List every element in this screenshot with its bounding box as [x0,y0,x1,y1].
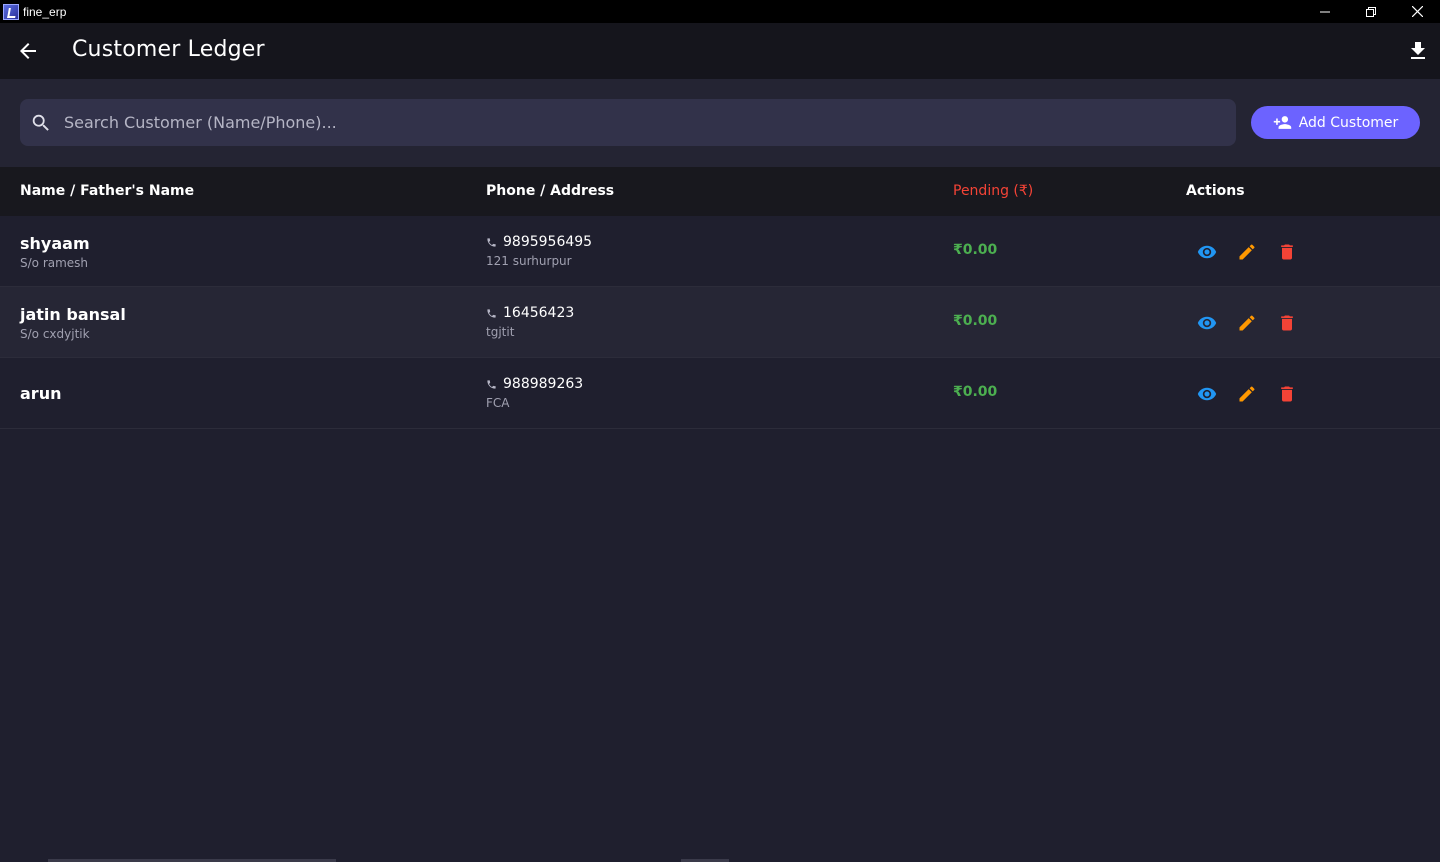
table-row[interactable]: shyaam S/o ramesh 9895956495 121 surhurp… [0,216,1440,287]
customer-name: shyaam [20,234,90,253]
customer-phone: 9895956495 [486,234,592,250]
phone-icon [487,379,496,389]
person-add-icon [1273,116,1291,129]
search-icon [32,114,49,131]
customer-name: jatin bansal [20,305,126,324]
phone-icon [487,308,496,318]
delete-button[interactable] [1277,313,1297,333]
close-window-button[interactable] [1394,0,1440,23]
table-row[interactable]: arun 988989263 FCA ₹0.00 [0,358,1440,429]
customer-phone: 988989263 [486,376,583,392]
view-button[interactable] [1197,242,1217,262]
minimize-icon [1320,11,1330,12]
edit-button[interactable] [1237,242,1257,262]
app-bar: Customer Ledger [0,23,1440,79]
father-name: S/o cxdyjtik [20,327,90,341]
pending-amount: ₹0.00 [953,242,998,258]
view-button[interactable] [1197,313,1217,333]
column-header-name: Name / Father's Name [20,183,195,199]
window-controls [1302,0,1440,23]
customer-address: FCA [486,396,510,410]
phone-icon [487,237,496,247]
eye-icon [1197,387,1217,401]
column-header-actions: Actions [1186,183,1245,199]
customer-phone: 16456423 [486,305,574,321]
search-box[interactable] [20,99,1236,146]
arrow-left-icon [20,43,36,59]
column-header-phone: Phone / Address [486,183,615,199]
edit-button[interactable] [1237,384,1257,404]
trash-icon [1281,386,1293,402]
add-customer-label: Add Customer [1298,114,1399,131]
pencil-icon [1239,315,1255,331]
edit-button[interactable] [1237,313,1257,333]
view-button[interactable] [1197,384,1217,404]
phone-number: 988989263 [503,376,584,392]
column-header-pending: Pending (₹) [953,183,1034,199]
restore-button[interactable] [1348,0,1394,23]
pending-amount: ₹0.00 [953,313,998,329]
delete-button[interactable] [1277,242,1297,262]
close-icon [1411,6,1423,17]
table-row[interactable]: jatin bansal S/o cxdyjtik 16456423 tgjti… [0,287,1440,358]
app-logo-icon [3,3,19,20]
customer-name: arun [20,384,62,403]
trash-icon [1281,315,1293,331]
search-toolbar: Add Customer [0,79,1440,167]
eye-icon [1197,245,1217,259]
trash-icon [1281,244,1293,260]
minimize-button[interactable] [1302,0,1348,23]
search-input[interactable] [64,99,1224,146]
download-icon [1411,42,1425,59]
pending-amount: ₹0.00 [953,384,998,400]
page-title: Customer Ledger [72,37,265,62]
customer-address: 121 surhurpur [486,254,572,268]
phone-number: 16456423 [503,305,575,321]
father-name: S/o ramesh [20,256,89,270]
customer-address: tgjtit [486,325,515,339]
download-button[interactable] [1406,39,1430,63]
back-button[interactable] [16,39,40,63]
pencil-icon [1239,386,1255,402]
window-title: fine_erp [23,4,67,19]
table-header: Name / Father's Name Phone / Address Pen… [0,167,1440,216]
window-titlebar: fine_erp [0,0,1440,23]
pencil-icon [1239,244,1255,260]
phone-number: 9895956495 [503,234,593,250]
restore-icon [1366,6,1376,17]
eye-icon [1197,316,1217,330]
delete-button[interactable] [1277,384,1297,404]
add-customer-button[interactable]: Add Customer [1251,106,1420,139]
